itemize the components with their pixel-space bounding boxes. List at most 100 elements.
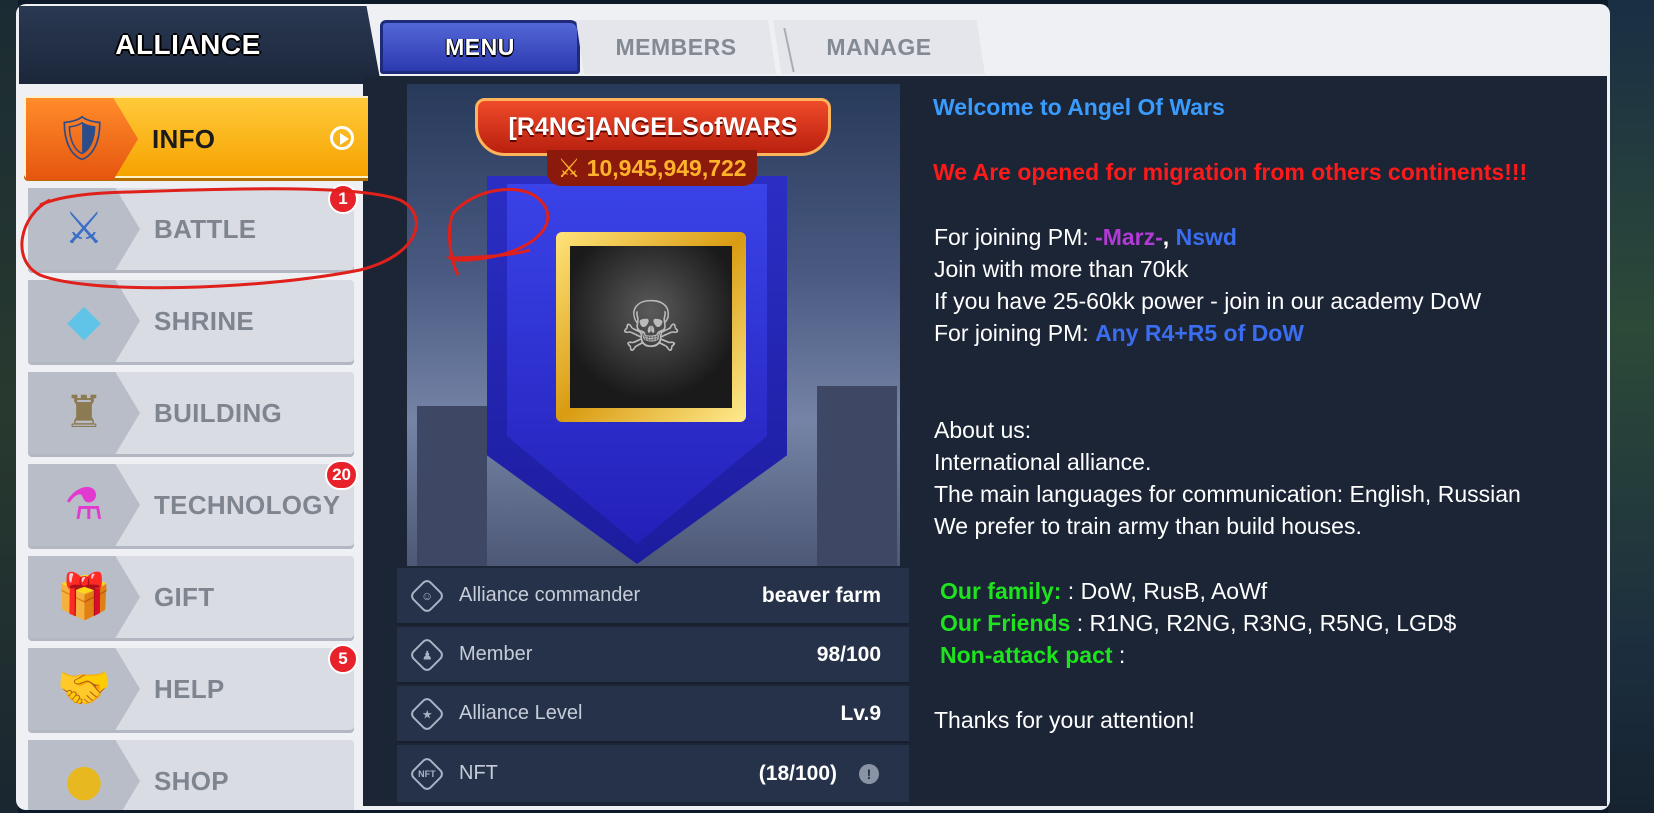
sidebar-item-label: BATTLE bbox=[154, 213, 257, 244]
alliance-power: ⚔ 10,945,949,722 bbox=[547, 150, 757, 186]
sidebar-item-label: GIFT bbox=[154, 581, 215, 612]
join-pm-label: For joining PM: bbox=[934, 224, 1096, 250]
join-pm-comma: , bbox=[1162, 224, 1176, 250]
desc-line: We Are opened for migration from others … bbox=[933, 159, 1527, 186]
icon-container: ♜ bbox=[28, 372, 140, 454]
icon-container: ◆ bbox=[28, 280, 140, 362]
join-pm-label: For joining PM: bbox=[934, 320, 1096, 346]
sidebar-item-technology[interactable]: ⚗ TECHNOLOGY 20 bbox=[28, 460, 358, 546]
background-tower bbox=[417, 406, 487, 566]
commander-icon: ☺ bbox=[408, 577, 446, 614]
migration-text: We Are opened for migration from others … bbox=[933, 159, 1528, 185]
tab-members[interactable]: MEMBERS bbox=[576, 20, 776, 74]
background-right bbox=[1608, 0, 1654, 813]
alliance-title: ALLIANCE bbox=[115, 29, 261, 60]
family-label: Our family: bbox=[940, 578, 1062, 604]
alliance-name-ribbon: [R4NG]ANGELSofWARS bbox=[475, 98, 831, 156]
coins-icon: ● bbox=[64, 755, 104, 806]
sidebar-item-label: BUILDING bbox=[154, 397, 283, 428]
potion-flask-icon: ⚗ bbox=[64, 479, 104, 530]
sidebar-item-help[interactable]: 🤝 HELP 5 bbox=[28, 644, 358, 730]
alliance-name: [R4NG]ANGELSofWARS bbox=[508, 112, 798, 141]
castle-icon: ♜ bbox=[64, 387, 104, 438]
family-value: : DoW, RusB, AoWf bbox=[1061, 578, 1268, 604]
icon-container: ⚗ bbox=[28, 464, 140, 546]
nft-icon: NFT bbox=[408, 755, 446, 792]
sidebar-item-gift[interactable]: 🎁 GIFT bbox=[28, 556, 354, 638]
icon-container: 🛡 bbox=[26, 98, 138, 180]
friends-label: Our Friends bbox=[940, 610, 1071, 636]
desc-line: Non-attack pact : bbox=[940, 642, 1125, 669]
desc-line: About us: bbox=[934, 417, 1032, 443]
crossed-swords-icon: ⚔ bbox=[64, 203, 104, 254]
play-indicator-icon bbox=[330, 126, 354, 150]
icon-container: 🎁 bbox=[28, 556, 140, 638]
welcome-text: Welcome to Angel Of Wars bbox=[933, 94, 1225, 120]
desc-line: For joining PM: -Marz-, Nswd bbox=[934, 224, 1237, 251]
sidebar-item-label: TECHNOLOGY bbox=[154, 489, 341, 520]
lion-shield-icon: 🛡 bbox=[54, 113, 110, 164]
angel-portrait-icon: ☠ bbox=[570, 246, 732, 408]
alliance-title-tab: ALLIANCE bbox=[19, 6, 381, 84]
power-swords-icon: ⚔ bbox=[557, 152, 581, 183]
join-pm-name: Nswd bbox=[1175, 224, 1237, 250]
stat-row-nft: NFT NFT (18/100) ! bbox=[397, 745, 909, 802]
sidebar-item-label: INFO bbox=[152, 123, 216, 154]
crystal-shrine-icon: ◆ bbox=[67, 295, 101, 346]
stat-label: Member bbox=[459, 643, 533, 665]
desc-line: International alliance. bbox=[934, 449, 1152, 475]
notification-badge: 5 bbox=[328, 644, 358, 674]
stat-row-member: ♟ Member 98/100 bbox=[397, 627, 909, 684]
sidebar-item-battle[interactable]: ⚔ BATTLE 1 bbox=[28, 184, 358, 270]
notification-badge: 20 bbox=[325, 460, 358, 490]
sidebar-item-info[interactable]: 🛡 INFO bbox=[24, 96, 368, 180]
desc-line: Our Friends : R1NG, R2NG, R3NG, R5NG, LG… bbox=[940, 610, 1456, 637]
gift-box-icon: 🎁 bbox=[56, 571, 112, 622]
sidebar-item-label: HELP bbox=[154, 673, 225, 704]
desc-line: If you have 25-60kk power - join in our … bbox=[934, 288, 1482, 314]
alliance-emblem-area: ☠ [R4NG]ANGELSofWARS ⚔ 10,945,949,722 bbox=[407, 84, 900, 566]
nap-value: : bbox=[1112, 642, 1126, 668]
desc-line: Welcome to Angel Of Wars bbox=[933, 94, 1225, 121]
icon-container: ● bbox=[28, 740, 140, 810]
desc-line: We prefer to train army than build house… bbox=[934, 513, 1362, 539]
sidebar-item-label: SHOP bbox=[154, 765, 229, 796]
desc-line: Our family: : DoW, RusB, AoWf bbox=[940, 578, 1267, 605]
icon-container: 🤝 bbox=[28, 648, 140, 730]
stat-value: (18/100) bbox=[758, 761, 837, 785]
portrait-frame: ☠ bbox=[556, 232, 746, 422]
desc-line: Thanks for your attention! bbox=[934, 707, 1195, 733]
desc-line: Join with more than 70kk bbox=[934, 256, 1189, 282]
stat-value: Lv.9 bbox=[840, 701, 881, 725]
stat-label: Alliance Level bbox=[459, 702, 583, 724]
tab-manage[interactable]: MANAGE bbox=[773, 20, 985, 74]
sidebar-item-building[interactable]: ♜ BUILDING bbox=[28, 372, 354, 454]
handshake-icon: 🤝 bbox=[56, 663, 112, 714]
join-pm-name: -Marz- bbox=[1095, 224, 1163, 250]
stat-value[interactable]: beaver farm bbox=[762, 584, 881, 608]
friends-value: : R1NG, R2NG, R3NG, R5NG, LGD$ bbox=[1070, 610, 1457, 636]
star-icon: ★ bbox=[408, 695, 446, 732]
sidebar: 🛡 INFO ⚔ BATTLE 1 ◆ SHRINE ♜ BUILDING ⚗ … bbox=[10, 92, 368, 810]
alliance-description: Welcome to Angel Of Wars We Are opened f… bbox=[923, 84, 1603, 804]
info-icon[interactable]: ! bbox=[859, 763, 879, 784]
notification-badge: 1 bbox=[328, 184, 358, 214]
join-pm-target: Any R4+R5 of DoW bbox=[1095, 320, 1304, 346]
desc-line: The main languages for communication: En… bbox=[934, 481, 1521, 507]
background-tower bbox=[817, 386, 897, 566]
sidebar-item-shrine[interactable]: ◆ SHRINE bbox=[28, 280, 354, 362]
icon-container: ⚔ bbox=[28, 188, 140, 270]
members-icon: ♟ bbox=[408, 636, 446, 673]
tab-menu[interactable]: MENU bbox=[380, 20, 580, 74]
nap-label: Non-attack pact bbox=[940, 642, 1113, 668]
sidebar-item-label: SHRINE bbox=[154, 305, 255, 336]
desc-line: For joining PM: Any R4+R5 of DoW bbox=[934, 320, 1304, 347]
sidebar-item-shop[interactable]: ● SHOP bbox=[28, 740, 354, 810]
stat-row-level: ★ Alliance Level Lv.9 bbox=[397, 686, 909, 743]
stat-row-commander: ☺ Alliance commander beaver farm bbox=[397, 568, 909, 625]
stat-label: NFT bbox=[459, 762, 498, 784]
alliance-power-value: 10,945,949,722 bbox=[586, 154, 747, 181]
game-screen: ALLIANCE MENU MEMBERS MANAGE 🛡 INFO ⚔ BA… bbox=[0, 0, 1654, 813]
alliance-stats: ☺ Alliance commander beaver farm ♟ Membe… bbox=[397, 568, 909, 802]
stat-value: 98/100 bbox=[816, 642, 881, 666]
